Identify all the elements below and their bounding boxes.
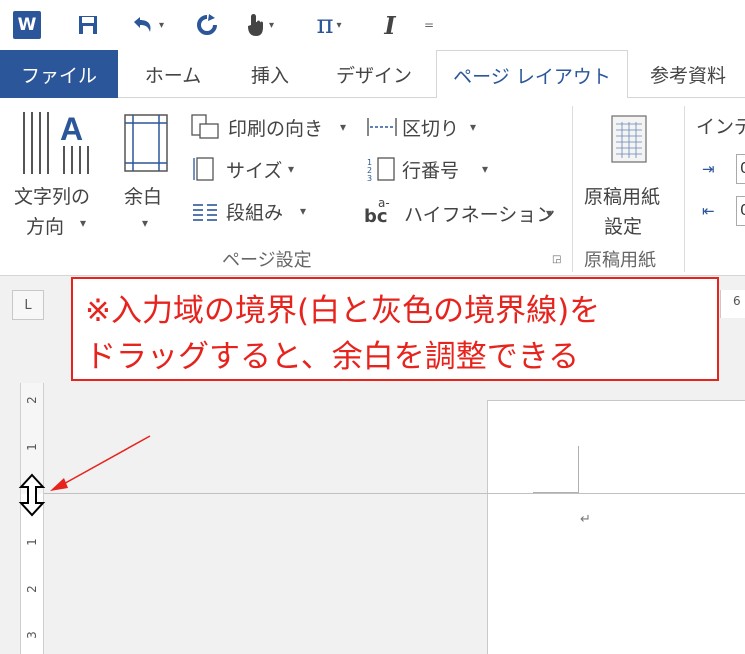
manuscript-label-2: 設定 [604, 216, 643, 238]
annotation-callout: ※入力域の境界(白と灰色の境界線)を ドラッグすると、余白を調整できる [71, 277, 719, 381]
line-numbers-icon: 123 [367, 157, 395, 182]
line-numbers-dropdown-icon: ▾ [482, 162, 489, 176]
document-page[interactable] [487, 400, 745, 654]
page-setup-group-label: ページ設定 [222, 250, 312, 271]
repeat-icon[interactable] [192, 8, 222, 42]
save-icon[interactable] [74, 8, 102, 42]
tab-page-layout[interactable]: ページ レイアウト [436, 50, 628, 99]
touch-dropdown-icon[interactable]: ▾ [269, 20, 274, 31]
margins-button[interactable]: 余白 ▾ [116, 104, 176, 240]
undo-dropdown-icon[interactable]: ▾ [159, 20, 164, 31]
hyphenation-label: ハイフネーション [404, 204, 556, 226]
ribbon-body: A 文字列の 方向 ▾ 余白 ▾ 印刷の向き ▾ サイズ ▾ 段組み ▾ 区切り [0, 98, 745, 276]
tab-file[interactable]: ファイル [0, 50, 118, 98]
manuscript-settings-button[interactable]: 原稿用紙 設定 [580, 104, 680, 240]
breaks-label: 区切り [402, 118, 460, 140]
customize-qat-button[interactable]: = [420, 8, 438, 42]
vertical-ruler-number: 2 [25, 585, 39, 593]
page-setup-dialog-launcher-icon[interactable]: ◲ [552, 254, 561, 265]
hyphenation-icon: a- bc [364, 196, 390, 227]
equation-button[interactable]: π ▾ [304, 8, 354, 42]
resize-cursor-icon [18, 473, 46, 517]
margins-icon [124, 114, 168, 172]
hyphenation-dropdown-icon: ▾ [546, 206, 553, 220]
size-button[interactable]: サイズ ▾ [188, 154, 308, 184]
tab-design[interactable]: デザイン [322, 50, 426, 98]
italic-button[interactable]: I [378, 8, 402, 42]
text-boundary-corner [578, 446, 579, 493]
columns-icon [193, 204, 217, 221]
text-direction-label-1: 文字列の [14, 186, 91, 208]
hyphenation-button[interactable]: a- bc ハイフネーション ▾ [364, 196, 564, 228]
orientation-icon [191, 114, 219, 139]
vertical-ruler-number: 3 [25, 631, 39, 639]
text-direction-button[interactable]: A 文字列の 方向 ▾ [10, 104, 110, 240]
paragraph-mark: ↵ [580, 512, 591, 527]
tab-insert[interactable]: 挿入 [234, 50, 306, 98]
touch-mode-icon [247, 14, 263, 36]
tab-home[interactable]: ホーム [132, 50, 214, 98]
vertical-ruler-number: 1 [25, 443, 39, 451]
orientation-dropdown-icon: ▾ [340, 120, 347, 134]
word-logo-icon: W [12, 8, 42, 42]
tab-selector[interactable]: L [12, 290, 44, 320]
breaks-icon [367, 118, 397, 136]
ribbon-tabs: ファイル ホーム 挿入 デザイン ページ レイアウト 参考資料 [0, 50, 745, 99]
text-direction-icon: A [23, 111, 89, 174]
italic-icon: I [384, 10, 396, 40]
margin-boundary-line [44, 493, 745, 494]
text-boundary-corner [533, 492, 579, 493]
vertical-ruler-number: 2 [25, 396, 39, 404]
margins-dropdown-icon: ▾ [142, 216, 149, 230]
indent-left-icon: ⇥ [702, 160, 715, 178]
callout-text-line-2: ドラッグすると、余白を調整できる [85, 339, 580, 375]
horizontal-ruler[interactable]: 6 [720, 290, 745, 318]
equation-icon: π [316, 10, 334, 40]
indent-group-label: インデ [696, 116, 745, 138]
customize-icon: = [423, 18, 435, 32]
tab-references[interactable]: 参考資料 [638, 50, 745, 98]
orientation-button[interactable]: 印刷の向き ▾ [188, 112, 356, 142]
group-separator [684, 106, 685, 272]
indent-left-spinner[interactable]: 0 [736, 154, 745, 184]
touch-mode-button[interactable]: ▾ [236, 8, 282, 42]
columns-label: 段組み [226, 202, 284, 224]
callout-text-line-1: ※入力域の境界(白と灰色の境界線)を [85, 293, 601, 329]
columns-button[interactable]: 段組み ▾ [188, 196, 320, 226]
svg-text:3: 3 [367, 174, 372, 182]
line-numbers-label: 行番号 [402, 160, 460, 182]
orientation-label: 印刷の向き [228, 118, 324, 140]
undo-icon [133, 17, 151, 32]
columns-dropdown-icon: ▾ [300, 204, 307, 218]
margins-label: 余白 [124, 186, 163, 208]
manuscript-label-1: 原稿用紙 [584, 186, 661, 208]
manuscript-icon [611, 115, 647, 163]
size-label: サイズ [226, 160, 283, 182]
breaks-dropdown-icon: ▾ [470, 120, 477, 134]
text-direction-dropdown-icon: ▾ [80, 216, 87, 230]
size-icon [193, 157, 214, 181]
group-separator [572, 106, 573, 272]
vertical-ruler-number: 1 [25, 538, 39, 546]
undo-button[interactable]: ▾ [124, 8, 170, 42]
manuscript-group-label: 原稿用紙 [584, 250, 656, 271]
text-direction-label-2: 方向 [26, 216, 65, 238]
size-dropdown-icon: ▾ [288, 162, 295, 176]
breaks-button[interactable]: 区切り ▾ [364, 112, 484, 142]
equation-dropdown-icon[interactable]: ▾ [337, 20, 342, 31]
indent-right-icon: ⇤ [702, 202, 715, 220]
svg-text:A: A [60, 111, 83, 147]
indent-right-spinner[interactable]: 0 [736, 196, 745, 226]
line-numbers-button[interactable]: 123 行番号 ▾ [364, 154, 494, 184]
quick-access-toolbar: W ▾ ▾ π ▾ I = [0, 0, 745, 50]
